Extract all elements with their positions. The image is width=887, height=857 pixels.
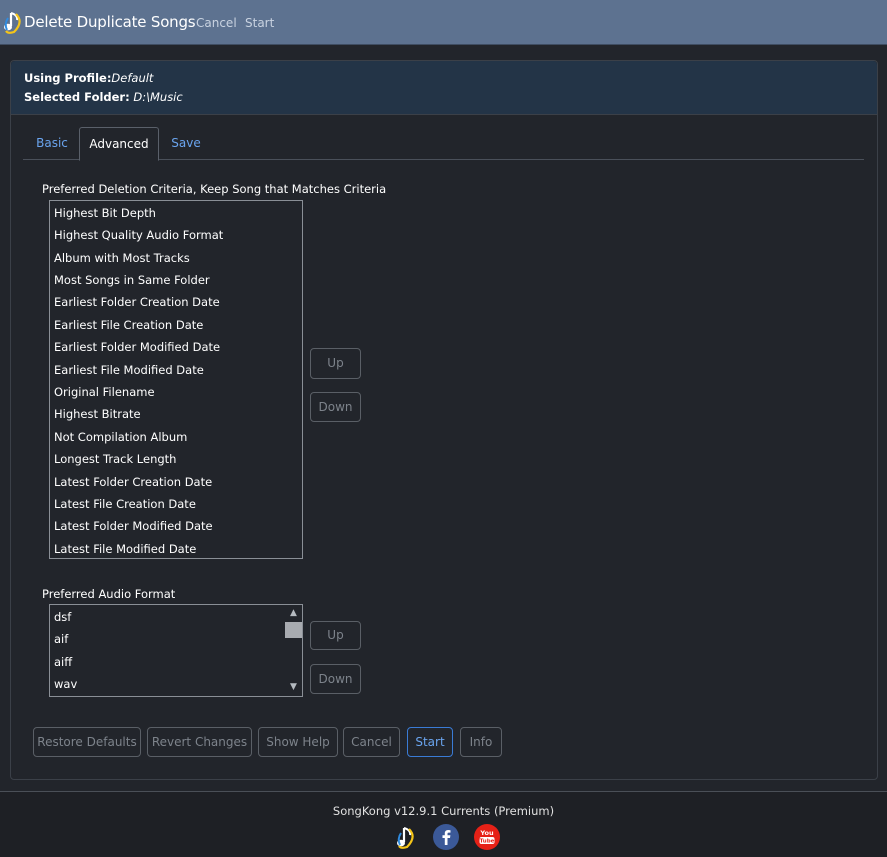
- songkong-logo-icon[interactable]: [393, 824, 419, 850]
- list-item[interactable]: Most Songs in Same Folder: [54, 273, 210, 287]
- list-item[interactable]: Highest Bit Depth: [54, 206, 156, 220]
- audio-format-scrollbar[interactable]: ▲ ▼: [285, 605, 302, 696]
- list-item[interactable]: Highest Bitrate: [54, 407, 141, 421]
- start-button[interactable]: Start: [407, 727, 453, 757]
- list-item[interactable]: wav: [54, 677, 77, 691]
- list-item[interactable]: Highest Quality Audio Format: [54, 228, 223, 242]
- folder-line: Selected Folder: D:\Music: [24, 90, 183, 104]
- scroll-thumb[interactable]: [285, 622, 302, 638]
- criteria-up-button[interactable]: Up: [310, 348, 361, 379]
- format-down-button[interactable]: Down: [310, 664, 361, 694]
- list-item[interactable]: dsf: [54, 610, 71, 624]
- revert-changes-button[interactable]: Revert Changes: [147, 727, 252, 757]
- list-item[interactable]: aiff: [54, 655, 72, 669]
- header-cancel-link[interactable]: Cancel: [196, 16, 237, 30]
- list-item[interactable]: Earliest File Creation Date: [54, 318, 203, 332]
- format-up-button[interactable]: Up: [310, 621, 361, 650]
- facebook-icon[interactable]: [433, 824, 459, 850]
- list-item[interactable]: Latest File Creation Date: [54, 497, 196, 511]
- footer: SongKong v12.9.1 Currents (Premium) You …: [0, 791, 887, 857]
- page-title: Delete Duplicate Songs: [24, 13, 196, 31]
- tab-advanced[interactable]: Advanced: [79, 127, 159, 161]
- criteria-down-button[interactable]: Down: [310, 392, 361, 422]
- list-item[interactable]: Earliest Folder Creation Date: [54, 295, 220, 309]
- list-item[interactable]: Earliest Folder Modified Date: [54, 340, 220, 354]
- tab-save[interactable]: Save: [162, 127, 210, 159]
- list-item[interactable]: Album with Most Tracks: [54, 251, 190, 265]
- svg-text:Tube: Tube: [480, 839, 495, 845]
- profile-label: Using Profile:: [24, 71, 112, 85]
- folder-label: Selected Folder:: [24, 90, 130, 104]
- list-item[interactable]: Not Compilation Album: [54, 430, 187, 444]
- list-item[interactable]: Latest Folder Modified Date: [54, 519, 213, 533]
- scroll-down-icon[interactable]: ▼: [288, 682, 299, 693]
- audio-format-list[interactable]: dsf aif aiff wav ▲ ▼: [49, 604, 303, 697]
- criteria-list[interactable]: Highest Bit Depth Highest Quality Audio …: [49, 200, 303, 559]
- audio-format-label: Preferred Audio Format: [42, 587, 176, 601]
- profile-line: Using Profile:Default: [24, 71, 153, 85]
- list-item[interactable]: Latest Folder Creation Date: [54, 475, 212, 489]
- criteria-label: Preferred Deletion Criteria, Keep Song t…: [42, 182, 387, 196]
- folder-value: D:\Music: [133, 90, 183, 104]
- songkong-logo-icon: [4, 12, 21, 34]
- list-item[interactable]: Longest Track Length: [54, 452, 176, 466]
- app-header: Delete Duplicate Songs Cancel Start: [0, 0, 887, 45]
- cancel-button[interactable]: Cancel: [343, 727, 400, 757]
- show-help-button[interactable]: Show Help: [258, 727, 338, 757]
- profile-value: Default: [111, 71, 154, 85]
- header-start-link[interactable]: Start: [245, 16, 274, 30]
- list-item[interactable]: aif: [54, 632, 68, 646]
- version-text: SongKong v12.9.1 Currents (Premium): [332, 804, 555, 818]
- list-item[interactable]: Original Filename: [54, 385, 155, 399]
- list-item[interactable]: Earliest File Modified Date: [54, 363, 204, 377]
- list-item[interactable]: Latest File Modified Date: [54, 542, 196, 556]
- info-button[interactable]: Info: [460, 727, 502, 757]
- youtube-icon[interactable]: You Tube: [474, 824, 500, 850]
- scroll-up-icon[interactable]: ▲: [288, 608, 299, 619]
- svg-text:You: You: [479, 829, 494, 837]
- restore-defaults-button[interactable]: Restore Defaults: [33, 727, 141, 757]
- profile-info: Using Profile:Default Selected Folder: D…: [11, 61, 877, 115]
- tab-basic[interactable]: Basic: [27, 127, 77, 159]
